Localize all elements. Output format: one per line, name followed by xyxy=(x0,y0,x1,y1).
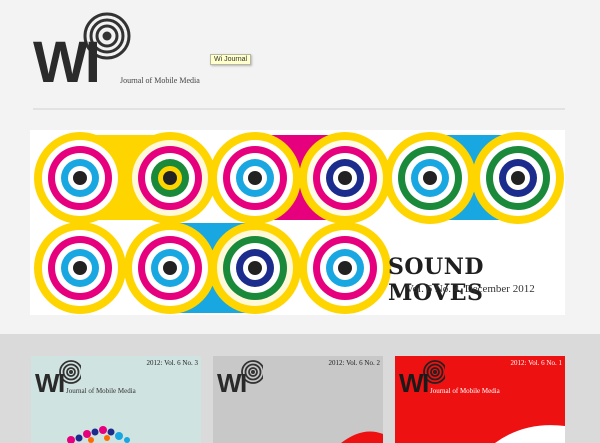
site-tagline: Journal of Mobile Media xyxy=(120,76,200,85)
target-circle xyxy=(299,132,391,224)
target-circle xyxy=(472,132,564,224)
header-divider xyxy=(33,108,565,110)
issue-card-vol6-no3[interactable]: 2012: Vol. 6 No. 3 WI Journal of Mobile … xyxy=(31,356,201,443)
issue-card-vol6-no2[interactable]: 2012: Vol. 6 No. 2 WI xyxy=(213,356,383,443)
target-circle xyxy=(209,132,301,224)
cover-artwork xyxy=(67,426,130,443)
issue-banner[interactable]: SOUND MOVES Vol. 6 No. 4, December 2012 xyxy=(30,130,565,315)
cover-artwork xyxy=(341,431,383,443)
target-circle xyxy=(34,132,126,224)
target-circle xyxy=(34,222,126,314)
target-circle xyxy=(124,132,216,224)
tooltip: Wi Journal xyxy=(210,54,252,65)
site-logo-text[interactable]: WI xyxy=(33,34,101,92)
banner-subtitle: Vol. 6 No. 4, December 2012 xyxy=(406,283,535,295)
target-circle xyxy=(124,222,216,314)
banner-title: SOUND MOVES xyxy=(388,254,484,306)
target-circle xyxy=(299,222,391,314)
target-circle xyxy=(209,222,301,314)
cover-artwork xyxy=(495,425,565,443)
target-circle xyxy=(384,132,476,224)
issue-card-vol6-no1[interactable]: 2012: Vol. 6 No. 1 WI Journal of Mobile … xyxy=(395,356,565,443)
